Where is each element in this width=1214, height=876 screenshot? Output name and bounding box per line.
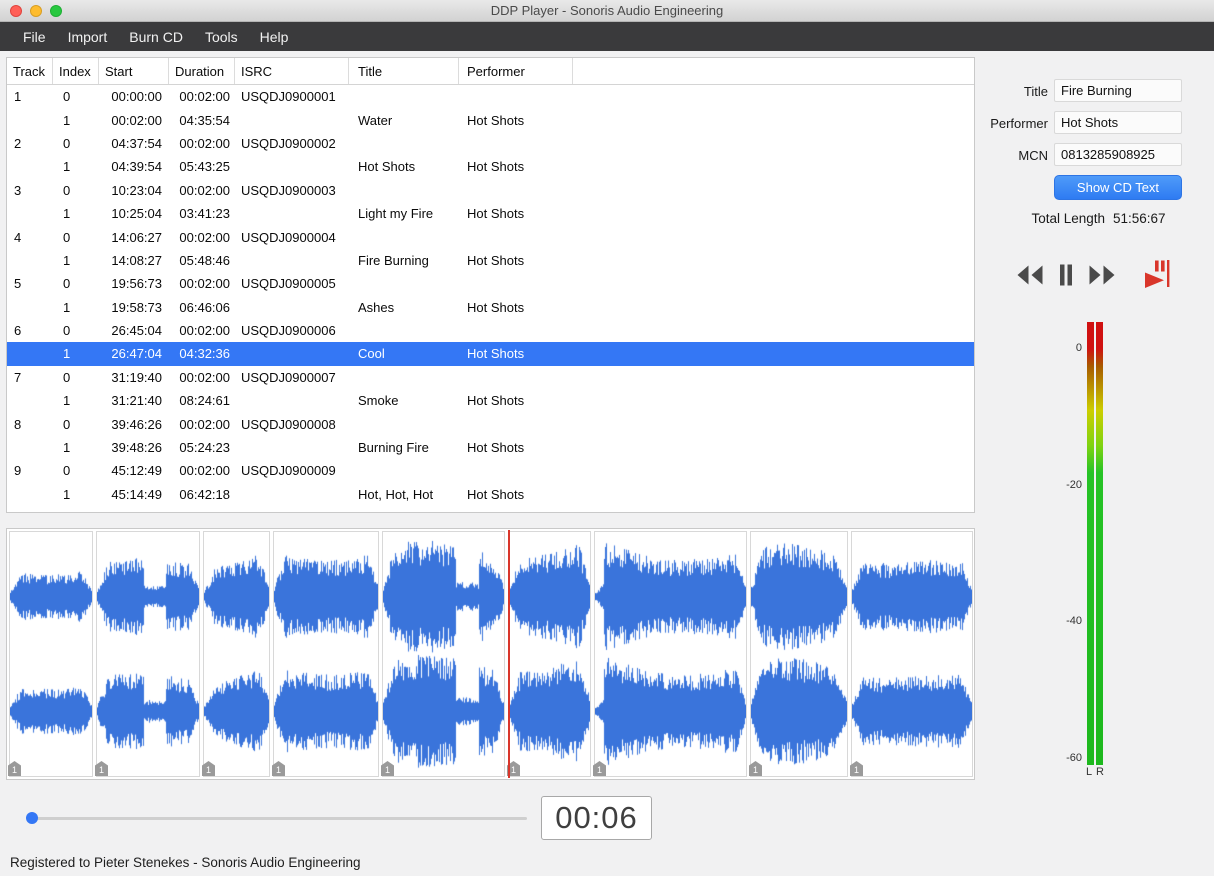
title-field-label: Title [1023, 84, 1048, 99]
fast-forward-button[interactable] [1088, 260, 1118, 290]
waveform-canvas [595, 532, 746, 776]
table-body: 1 0 00:00:00 00:02:00 USQDJ0900001 1 00:02:00 0… [7, 85, 974, 506]
show-cd-text-button[interactable]: Show CD Text [1054, 175, 1182, 200]
level-meter-left [1087, 322, 1094, 765]
waveform-track-4[interactable] [273, 531, 379, 777]
mcn-input[interactable] [1054, 143, 1182, 166]
fast-forward-icon [1089, 265, 1115, 285]
waveform-display: 111111111 [6, 528, 975, 780]
track-row-9[interactable]: 5 0 19:56:73 00:02:00 USQDJ0900005 [7, 272, 974, 295]
waveform-track-3[interactable] [203, 531, 270, 777]
zoom-window-button[interactable] [50, 5, 62, 17]
menu-item-file[interactable]: File [12, 22, 57, 51]
time-display: 00:06 [541, 796, 652, 840]
meter-scale-label: 0 [1075, 342, 1082, 354]
track-row-18[interactable]: 1 45:14:49 06:42:18 Hot, Hot, Hot Hot Shots [7, 483, 974, 506]
rewind-button[interactable] [1016, 260, 1046, 290]
table-header: Track Index Start Duration ISRC Title Performe… [7, 58, 974, 85]
waveform-canvas [509, 532, 590, 776]
track-row-1[interactable]: 1 0 00:00:00 00:02:00 USQDJ0900001 [7, 85, 974, 108]
window-title: DDP Player - Sonoris Audio Engineering [490, 3, 724, 18]
title-input[interactable] [1054, 79, 1182, 102]
meter-scale: 0 -20 -40 -60 [1020, 318, 1082, 768]
menu-item-import[interactable]: Import [57, 22, 119, 51]
track-row-14[interactable]: 1 31:21:40 08:24:61 Smoke Hot Shots [7, 389, 974, 412]
waveform-track-6[interactable] [508, 531, 591, 777]
total-length-value: 51:56:67 [1113, 211, 1166, 226]
track-row-11[interactable]: 6 0 26:45:04 00:02:00 USQDJ0900006 [7, 319, 974, 342]
track-row-16[interactable]: 1 39:48:26 05:24:23 Burning Fire Hot Shots [7, 436, 974, 459]
title-bar: DDP Player - Sonoris Audio Engineering [0, 0, 1214, 22]
waveform-track-2[interactable] [96, 531, 200, 777]
column-header-performer[interactable]: Performer [459, 58, 573, 84]
waveform-track-1[interactable] [9, 531, 93, 777]
playhead[interactable] [508, 530, 511, 778]
track-table: Track Index Start Duration ISRC Title Performe… [6, 57, 975, 513]
performer-input[interactable] [1054, 111, 1182, 134]
menu-item-help[interactable]: Help [249, 22, 300, 51]
play-to-marker-button[interactable] [1142, 258, 1174, 290]
waveform-track-9[interactable] [851, 531, 973, 777]
waveform-canvas [274, 532, 378, 776]
track-row-17[interactable]: 9 0 45:12:49 00:02:00 USQDJ0900009 [7, 459, 974, 482]
play-to-marker-icon [1145, 260, 1170, 288]
waveform-track-7[interactable] [594, 531, 747, 777]
seek-slider-track[interactable] [28, 817, 527, 820]
waveform-canvas [97, 532, 199, 776]
track-row-8[interactable]: 1 14:08:27 05:48:46 Fire Burning Hot Shots [7, 249, 974, 272]
level-meter-right [1096, 322, 1103, 765]
column-header-spacer [573, 58, 974, 84]
meter-scale-label: -20 [1066, 479, 1082, 491]
meter-scale-label: -60 [1066, 752, 1082, 764]
track-row-7[interactable]: 4 0 14:06:27 00:02:00 USQDJ0900004 [7, 225, 974, 248]
meter-channel-label-left: L [1086, 766, 1093, 778]
column-header-title[interactable]: Title [349, 58, 459, 84]
track-row-13[interactable]: 7 0 31:19:40 00:02:00 USQDJ0900007 [7, 366, 974, 389]
menu-item-tools[interactable]: Tools [194, 22, 249, 51]
waveform-canvas [383, 532, 504, 776]
menu-item-burn-cd[interactable]: Burn CD [118, 22, 194, 51]
column-header-index[interactable]: Index [53, 58, 99, 84]
track-row-6[interactable]: 1 10:25:04 03:41:23 Light my Fire Hot Shots [7, 202, 974, 225]
column-header-isrc[interactable]: ISRC [235, 58, 349, 84]
waveform-track-8[interactable] [750, 531, 848, 777]
track-row-15[interactable]: 8 0 39:46:26 00:02:00 USQDJ0900008 [7, 412, 974, 435]
close-window-button[interactable] [10, 5, 22, 17]
waveform-canvas [10, 532, 92, 776]
waveform-canvas [204, 532, 269, 776]
menu-bar: File Import Burn CD Tools Help [0, 22, 1214, 51]
mcn-field-label: MCN [1018, 148, 1048, 163]
pause-button[interactable] [1052, 260, 1082, 290]
registration-status: Registered to Pieter Stenekes - Sonoris … [10, 855, 361, 870]
minimize-window-button[interactable] [30, 5, 42, 17]
performer-field-label: Performer [990, 116, 1048, 131]
track-row-12[interactable]: 1 26:47:04 04:32:36 Cool Hot Shots [7, 342, 974, 366]
track-row-10[interactable]: 1 19:58:73 06:46:06 Ashes Hot Shots [7, 296, 974, 319]
seek-slider-knob[interactable] [26, 812, 38, 824]
column-header-duration[interactable]: Duration [169, 58, 235, 84]
pause-icon [1060, 264, 1072, 286]
column-header-track[interactable]: Track [7, 58, 53, 84]
waveform-canvas [751, 532, 847, 776]
window-controls [10, 5, 62, 17]
total-length-label: Total Length [1031, 211, 1105, 226]
track-row-5[interactable]: 3 0 10:23:04 00:02:00 USQDJ0900003 [7, 179, 974, 202]
track-row-2[interactable]: 1 00:02:00 04:35:54 Water Hot Shots [7, 108, 974, 131]
rewind-icon [1017, 265, 1043, 285]
meter-scale-label: -40 [1066, 615, 1082, 627]
ddp-player-window: DDP Player - Sonoris Audio Engineering F… [0, 0, 1214, 876]
track-row-3[interactable]: 2 0 04:37:54 00:02:00 USQDJ0900002 [7, 132, 974, 155]
waveform-canvas [852, 532, 972, 776]
track-row-4[interactable]: 1 04:39:54 05:43:25 Hot Shots Hot Shots [7, 155, 974, 178]
waveform-track-5[interactable] [382, 531, 505, 777]
meter-channel-label-right: R [1096, 766, 1104, 778]
column-header-start[interactable]: Start [99, 58, 169, 84]
